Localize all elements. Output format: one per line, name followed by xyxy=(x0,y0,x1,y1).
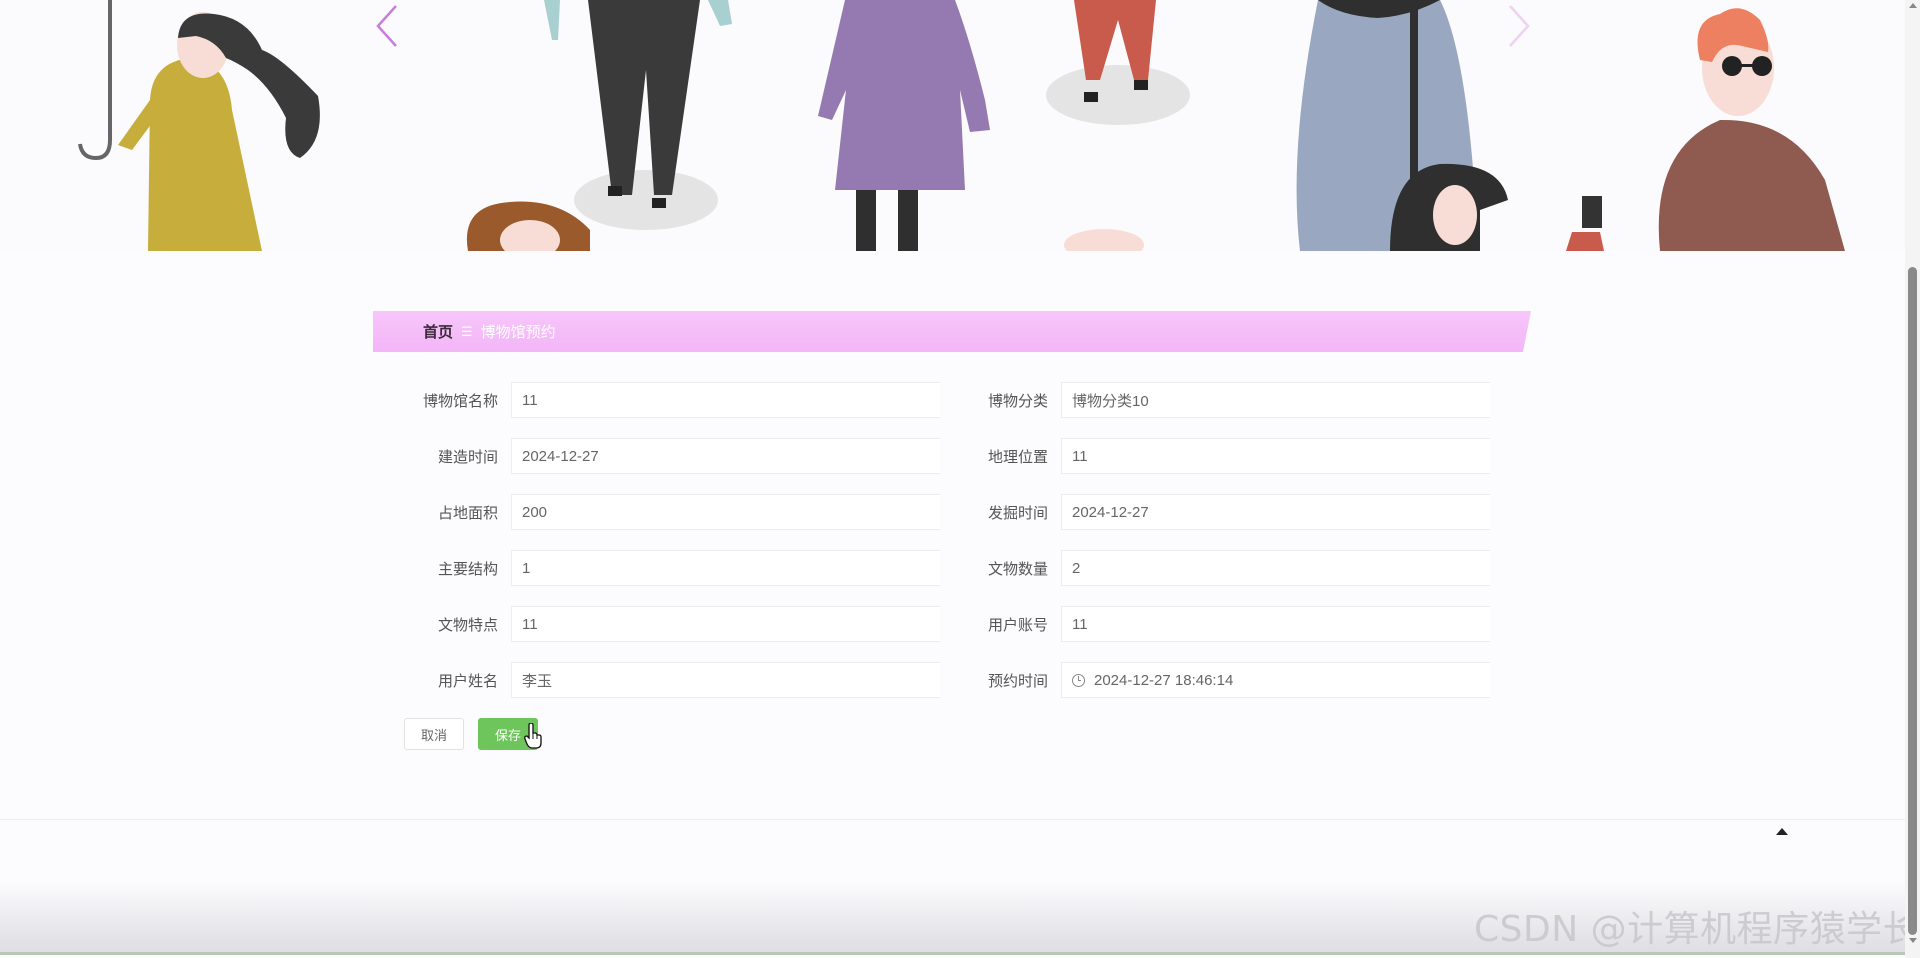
field-label: 文物特点 xyxy=(437,616,498,634)
location-input[interactable]: 11 xyxy=(1061,438,1490,474)
relic-count-input[interactable]: 2 xyxy=(1061,550,1490,586)
field-label: 博物分类 xyxy=(987,392,1048,410)
breadcrumb-separator-icon: ☰ xyxy=(461,323,473,339)
field-label: 建造时间 xyxy=(437,448,498,466)
watermark: CSDN @计算机程序猿学长 xyxy=(1474,909,1920,950)
field-label: 文物数量 xyxy=(987,560,1048,578)
form-row: 博物馆名称 11 博物分类 博物分类10 xyxy=(373,382,1531,418)
form-row: 主要结构 1 文物数量 2 xyxy=(373,550,1531,586)
illustration-red-pants xyxy=(1046,0,1190,251)
back-to-top-button[interactable] xyxy=(1773,825,1791,839)
user-account-input[interactable]: 11 xyxy=(1061,606,1490,642)
field-label: 占地面积 xyxy=(437,504,498,522)
scroll-up-arrow-icon[interactable] xyxy=(1909,3,1917,8)
banner-illustration xyxy=(78,0,1845,251)
breadcrumb: 首页 ☰ 博物馆预约 xyxy=(423,311,556,352)
field-label: 发掘时间 xyxy=(987,504,1048,522)
form-row: 占地面积 200 发掘时间 2024-12-27 xyxy=(373,494,1531,530)
chevron-right-icon xyxy=(1509,5,1530,47)
carousel-banner xyxy=(0,0,1920,251)
booking-time-picker[interactable]: 2024-12-27 18:46:14 xyxy=(1061,662,1490,698)
field-museum-category: 博物分类 博物分类10 xyxy=(923,382,1490,418)
breadcrumb-home[interactable]: 首页 xyxy=(423,321,453,342)
carousel-prev-button[interactable] xyxy=(368,2,408,50)
build-date-input[interactable]: 2024-12-27 xyxy=(511,438,940,474)
breadcrumb-bar: 首页 ☰ 博物馆预约 xyxy=(373,311,1531,352)
footer-divider xyxy=(0,819,1905,820)
form-row: 用户姓名 李玉 预约时间 2024-12-27 18:46:14 xyxy=(373,662,1531,698)
scrollbar-thumb[interactable] xyxy=(1908,267,1917,935)
museum-category-input[interactable]: 博物分类10 xyxy=(1061,382,1490,418)
scroll-down-arrow-icon[interactable] xyxy=(1909,938,1917,943)
excavation-date-input[interactable]: 2024-12-27 xyxy=(1061,494,1490,530)
form-row: 建造时间 2024-12-27 地理位置 11 xyxy=(373,438,1531,474)
bottom-border xyxy=(0,952,1905,955)
field-main-structure: 主要结构 1 xyxy=(373,550,940,586)
main-structure-input[interactable]: 1 xyxy=(511,550,940,586)
field-user-name: 用户姓名 李玉 xyxy=(373,662,940,698)
illustration-person-legs xyxy=(466,0,732,251)
field-booking-time: 预约时间 2024-12-27 18:46:14 xyxy=(923,662,1490,698)
field-floor-area: 占地面积 200 xyxy=(373,494,940,530)
chevron-left-icon xyxy=(376,5,397,47)
museum-name-input[interactable]: 11 xyxy=(511,382,940,418)
field-location: 地理位置 11 xyxy=(923,438,1490,474)
cancel-button[interactable]: 取消 xyxy=(404,718,464,750)
field-museum-name: 博物馆名称 11 xyxy=(373,382,940,418)
illustration-girl-umbrella xyxy=(78,0,320,251)
booking-time-value: 2024-12-27 18:46:14 xyxy=(1094,671,1234,689)
main-content: 首页 ☰ 博物馆预约 博物馆名称 11 博物分类 博物分类10 建造时间 202… xyxy=(373,311,1531,750)
field-label: 用户账号 xyxy=(987,616,1048,634)
field-relic-count: 文物数量 2 xyxy=(923,550,1490,586)
field-label: 地理位置 xyxy=(987,448,1048,466)
field-label: 主要结构 xyxy=(437,560,498,578)
form-actions: 取消 保存 xyxy=(404,718,538,750)
field-excavation-date: 发掘时间 2024-12-27 xyxy=(923,494,1490,530)
field-label: 博物馆名称 xyxy=(422,392,498,410)
page-scrollbar[interactable] xyxy=(1905,0,1920,958)
field-build-date: 建造时间 2024-12-27 xyxy=(373,438,940,474)
illustration-purple-coat xyxy=(818,0,990,251)
field-relic-features: 文物特点 11 xyxy=(373,606,940,642)
user-name-input[interactable]: 李玉 xyxy=(511,662,940,698)
field-label: 预约时间 xyxy=(987,672,1048,690)
floor-area-input[interactable]: 200 xyxy=(511,494,940,530)
hand-cursor-icon xyxy=(524,722,542,754)
relic-features-input[interactable]: 11 xyxy=(511,606,940,642)
breadcrumb-current: 博物馆预约 xyxy=(480,324,556,341)
illustration-blue-coat xyxy=(1296,0,1508,251)
carousel-next-button[interactable] xyxy=(1500,2,1540,50)
form-row: 文物特点 11 用户账号 11 xyxy=(373,606,1531,642)
clock-icon xyxy=(1072,673,1085,687)
field-label: 用户姓名 xyxy=(437,672,498,690)
illustration-man-sunglasses xyxy=(1566,8,1845,251)
field-user-account: 用户账号 11 xyxy=(923,606,1490,642)
